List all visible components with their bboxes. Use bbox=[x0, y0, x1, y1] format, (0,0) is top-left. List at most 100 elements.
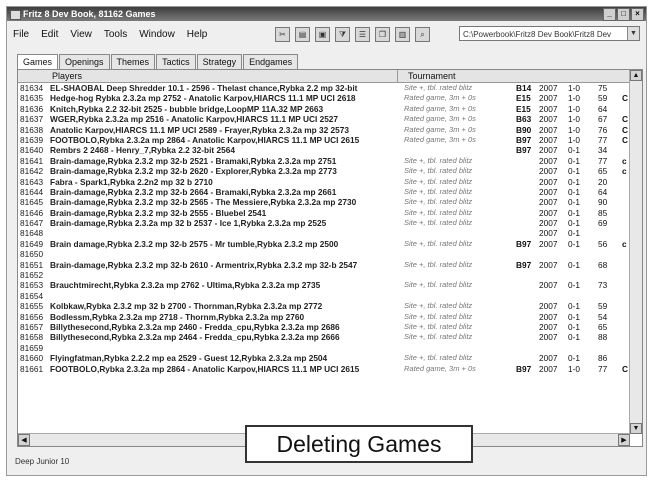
table-row[interactable]: 81656 Bodlessm,Rybka 2.3.2a mp 2718 - Tho… bbox=[18, 312, 630, 322]
table-row[interactable]: 81636 Knitch,Rybka 2.2 32-bit 2525 - bubb… bbox=[18, 104, 630, 114]
cell-year: 2007 bbox=[539, 363, 558, 374]
menu-file[interactable]: File bbox=[13, 29, 29, 40]
table-row[interactable]: 81643 Fabra - Spark1,Rybka 2.2n2 mp 32 b … bbox=[18, 177, 630, 187]
cell-moves: 68 bbox=[598, 259, 608, 270]
table-row[interactable]: 81644 Brain-damage,Rybka 2.3.2 mp 32-b 26… bbox=[18, 187, 630, 197]
chevron-down-icon[interactable]: ▼ bbox=[627, 27, 639, 40]
cell-players: WGER,Rybka 2.3.2a mp 2516 - Anatolic Kar… bbox=[50, 114, 339, 125]
table-row[interactable]: 81642 Brain-damage,Rybka 2.3.2 mp 32-b 26… bbox=[18, 166, 630, 176]
close-icon[interactable]: × bbox=[631, 8, 644, 21]
filter-icon[interactable]: ⧩ bbox=[335, 27, 350, 42]
table-row[interactable]: 81638 Anatolic Karpov,HIARCS 11.1 MP UCI … bbox=[18, 125, 630, 135]
copy-icon[interactable]: ❐ bbox=[375, 27, 390, 42]
table-row[interactable]: 81649 Brain damage,Rybka 2.3.2 mp 32-b 25… bbox=[18, 239, 630, 249]
table-row[interactable]: 81634 EL-SHAOBAL Deep Shredder 10.1 - 259… bbox=[18, 83, 630, 93]
cell-num: 81661 bbox=[20, 363, 44, 374]
book-icon[interactable]: ▥ bbox=[395, 27, 410, 42]
cell-moves: 86 bbox=[598, 353, 608, 364]
cell-tournament: Site +, tbl. rated blitz bbox=[404, 238, 473, 248]
cell-num: 81660 bbox=[20, 353, 44, 364]
table-row[interactable]: 81646 Brain-damage,Rybka 2.3.2 mp 32-b 25… bbox=[18, 208, 630, 218]
table-row[interactable]: 81640 Rembrs 2 2468 - Henry_7,Rybka 2.2 3… bbox=[18, 145, 630, 155]
search-icon[interactable]: ⌕ bbox=[415, 27, 430, 42]
cell-moves: 59 bbox=[598, 93, 608, 104]
cell-moves: 69 bbox=[598, 218, 608, 229]
table-row[interactable]: 81652 bbox=[18, 270, 630, 280]
table-row[interactable]: 81639 FOOTBOLO,Rybka 2.3.2a mp 2864 - Ana… bbox=[18, 135, 630, 145]
cell-result: 0-1 bbox=[568, 207, 580, 218]
tab-games[interactable]: Games bbox=[17, 54, 59, 69]
maximize-icon[interactable]: □ bbox=[617, 8, 630, 21]
table-row[interactable]: 81659 bbox=[18, 343, 630, 353]
cell-num: 81651 bbox=[20, 259, 44, 270]
cell-players: Anatolic Karpov,HIARCS 11.1 MP UCI 2589 … bbox=[50, 124, 349, 135]
title-bar[interactable]: Fritz 8 Dev Book, 81162 Games _ □ × bbox=[7, 7, 646, 21]
toolbar: ✂ ▤ ▣ ⧩ ☰ ❐ ▥ ⌕ bbox=[275, 27, 430, 42]
column-header-tournament[interactable]: Tournament bbox=[404, 70, 524, 82]
menu-edit[interactable]: Edit bbox=[41, 29, 58, 40]
cell-year: 2007 bbox=[539, 207, 558, 218]
table-row[interactable]: 81650 bbox=[18, 249, 630, 259]
table-row[interactable]: 81645 Brain-damage,Rybka 2.3.2 mp 32-b 25… bbox=[18, 197, 630, 207]
table-row[interactable]: 81641 Brain-damage,Rybka 2.3.2 mp 32-b 25… bbox=[18, 156, 630, 166]
cell-players: Billythesecond,Rybka 2.3.2a mp 2460 - Fr… bbox=[50, 321, 340, 332]
cell-result: 0-1 bbox=[568, 301, 580, 312]
menu-view[interactable]: View bbox=[70, 29, 92, 40]
menu-tools[interactable]: Tools bbox=[104, 29, 127, 40]
cell-moves: 64 bbox=[598, 186, 608, 197]
cell-moves: 64 bbox=[598, 103, 608, 114]
tab-endgames[interactable]: Endgames bbox=[243, 54, 299, 69]
table-row[interactable]: 81660 Flyingfatman,Rybka 2.2.2 mp ea 2529… bbox=[18, 353, 630, 363]
table-row[interactable]: 81648 2007 0-1 bbox=[18, 228, 630, 238]
cell-year: 2007 bbox=[539, 301, 558, 312]
column-header-players[interactable]: Players bbox=[50, 70, 398, 82]
cell-players: Flyingfatman,Rybka 2.2.2 mp ea 2529 - Gu… bbox=[50, 353, 328, 364]
save-icon[interactable]: ▣ bbox=[315, 27, 330, 42]
cell-year: 2007 bbox=[539, 155, 558, 166]
table-row[interactable]: 81651 Brain-damage,Rybka 2.3.2 mp 32-b 26… bbox=[18, 260, 630, 270]
menu-help[interactable]: Help bbox=[187, 29, 208, 40]
tab-strategy[interactable]: Strategy bbox=[196, 54, 243, 69]
table-row[interactable]: 81654 bbox=[18, 291, 630, 301]
table-row[interactable]: 81637 WGER,Rybka 2.3.2a mp 2516 - Anatoli… bbox=[18, 114, 630, 124]
cell-moves: 67 bbox=[598, 114, 608, 125]
cut-icon[interactable]: ✂ bbox=[275, 27, 290, 42]
cell-num: 81638 bbox=[20, 124, 44, 135]
scroll-left-icon[interactable]: ◀ bbox=[18, 434, 30, 446]
games-list-header: Players Tournament bbox=[18, 70, 630, 83]
scroll-right-icon[interactable]: ▶ bbox=[618, 434, 630, 446]
table-row[interactable]: 81657 Billythesecond,Rybka 2.3.2a mp 2460… bbox=[18, 322, 630, 332]
cell-year: 2007 bbox=[539, 134, 558, 145]
tab-openings[interactable]: Openings bbox=[59, 54, 110, 69]
table-row[interactable]: 81661 FOOTBOLO,Rybka 2.3.2a mp 2864 - Ana… bbox=[18, 364, 630, 374]
vertical-scrollbar[interactable]: ▲ ▼ bbox=[629, 70, 642, 434]
cell-num: 81650 bbox=[20, 249, 44, 260]
cell-players: Brain-damage,Rybka 2.3.2 mp 32-b 2555 - … bbox=[50, 207, 267, 218]
paste-icon[interactable]: ▤ bbox=[295, 27, 310, 42]
table-row[interactable]: 81647 Brain-damage,Rybka 2.3.2a mp 32 b 2… bbox=[18, 218, 630, 228]
table-row[interactable]: 81658 Billythesecond,Rybka 2.3.2a mp 2464… bbox=[18, 332, 630, 342]
scroll-down-icon[interactable]: ▼ bbox=[630, 423, 642, 434]
database-path-combo[interactable]: C:\Powerbook\Fritz8 Dev Book\Fritz8 Dev … bbox=[459, 26, 640, 41]
app-icon bbox=[10, 10, 21, 20]
cell-result: 0-1 bbox=[568, 218, 580, 229]
cell-result: 0-1 bbox=[568, 186, 580, 197]
cell-moves: 85 bbox=[598, 207, 608, 218]
table-row[interactable]: 81653 Brauchtmirecht,Rybka 2.3.2a mp 2762… bbox=[18, 280, 630, 290]
scroll-up-icon[interactable]: ▲ bbox=[630, 70, 642, 81]
tab-themes[interactable]: Themes bbox=[110, 54, 156, 69]
cell-moves: 90 bbox=[598, 197, 608, 208]
properties-icon[interactable]: ☰ bbox=[355, 27, 370, 42]
table-row[interactable]: 81635 Hedge-hog Rybka 2.3.2a mp 2752 - An… bbox=[18, 93, 630, 103]
cell-result: 0-1 bbox=[568, 176, 580, 187]
minimize-icon[interactable]: _ bbox=[603, 8, 616, 21]
cell-num: 81659 bbox=[20, 342, 44, 353]
status-bar: Deep Junior 10 bbox=[15, 457, 70, 466]
table-row[interactable]: 81655 Kolbkaw,Rybka 2.3.2 mp 32 b 2700 - … bbox=[18, 301, 630, 311]
cell-result: 1-0 bbox=[568, 363, 580, 374]
cell-year: 2007 bbox=[539, 218, 558, 229]
menu-window[interactable]: Window bbox=[139, 29, 175, 40]
cell-moves: 65 bbox=[598, 166, 608, 177]
tab-tactics[interactable]: Tactics bbox=[156, 54, 196, 69]
app-window: Fritz 8 Dev Book, 81162 Games _ □ × File… bbox=[6, 6, 647, 476]
